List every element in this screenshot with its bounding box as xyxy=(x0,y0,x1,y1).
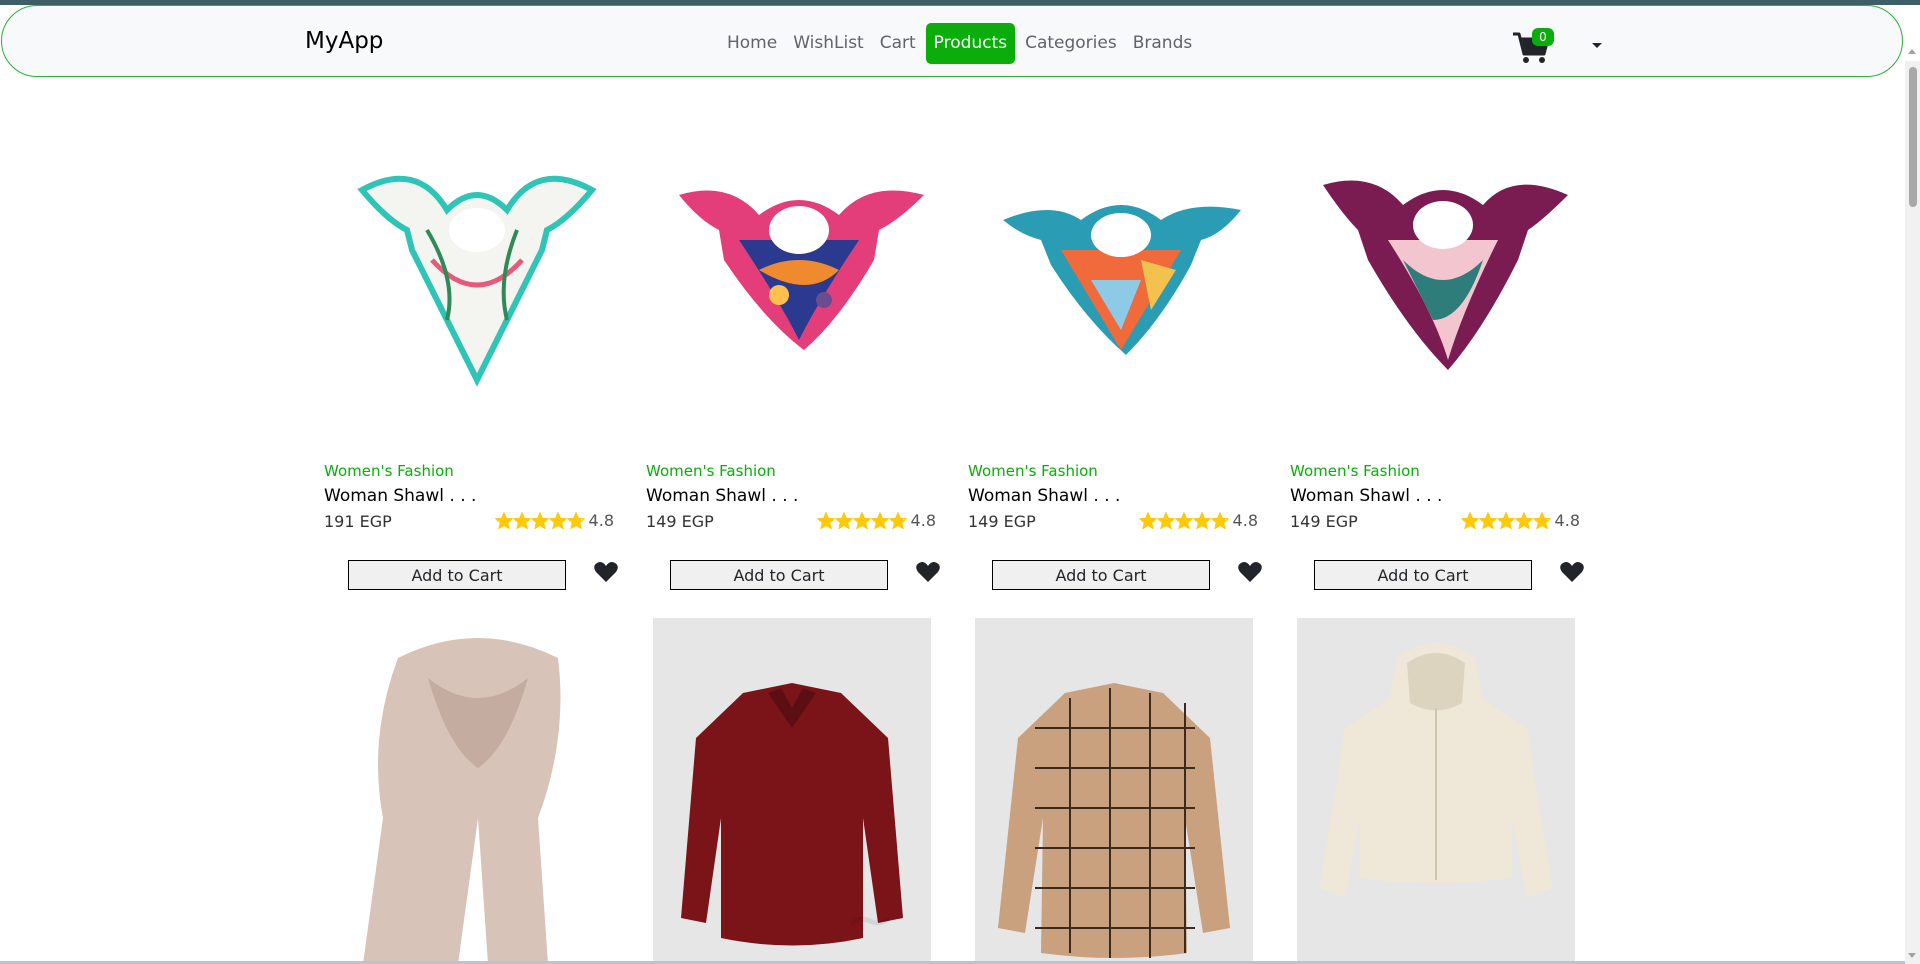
product-card[interactable] xyxy=(975,618,1253,964)
star-full-icon xyxy=(1514,511,1533,530)
star-full-icon xyxy=(1174,511,1193,530)
page-scrollbar[interactable] xyxy=(1905,49,1920,964)
add-to-cart-button[interactable]: Add to Cart xyxy=(992,560,1210,590)
product-price: 149 EGP xyxy=(968,512,1036,531)
product-title: Woman Shawl . . . xyxy=(1290,486,1443,506)
star-full-icon xyxy=(1478,511,1497,530)
star-full-icon xyxy=(1156,511,1175,530)
product-card[interactable] xyxy=(1297,618,1575,964)
product-rating: 4.8 xyxy=(816,511,936,530)
product-card[interactable]: Women's Fashion Woman Shawl . . . 149 EG… xyxy=(1290,90,1584,600)
nav-link-categories[interactable]: Categories xyxy=(1017,25,1125,62)
product-price: 191 EGP xyxy=(324,512,392,531)
wishlist-heart-icon[interactable] xyxy=(1559,560,1585,584)
star-full-icon xyxy=(1460,511,1479,530)
wishlist-heart-icon[interactable] xyxy=(593,560,619,584)
navbar: MyApp Home WishList Cart Products Catego… xyxy=(1,5,1903,77)
nav-link-cart[interactable]: Cart xyxy=(872,25,924,62)
product-category: Women's Fashion xyxy=(1290,462,1420,480)
star-full-icon xyxy=(548,511,567,530)
wishlist-heart-icon[interactable] xyxy=(1237,560,1263,584)
wishlist-heart-icon[interactable] xyxy=(915,560,941,584)
user-dropdown-caret-icon[interactable] xyxy=(1592,43,1602,48)
add-to-cart-button[interactable]: Add to Cart xyxy=(348,560,566,590)
product-rating: 4.8 xyxy=(1460,511,1580,530)
rating-value: 4.8 xyxy=(910,511,936,530)
star-half-icon xyxy=(888,511,907,530)
product-title: Woman Shawl . . . xyxy=(968,486,1121,506)
rating-value: 4.8 xyxy=(588,511,614,530)
product-price: 149 EGP xyxy=(646,512,714,531)
product-card[interactable]: Women's Fashion Woman Shawl . . . 191 EG… xyxy=(324,90,618,600)
product-category: Women's Fashion xyxy=(324,462,454,480)
star-full-icon xyxy=(1192,511,1211,530)
product-image[interactable] xyxy=(975,618,1253,964)
product-image[interactable] xyxy=(654,90,944,430)
nav-link-home[interactable]: Home xyxy=(719,25,785,62)
product-rating: 4.8 xyxy=(494,511,614,530)
star-full-icon xyxy=(870,511,889,530)
product-category: Women's Fashion xyxy=(646,462,776,480)
product-card[interactable] xyxy=(338,618,616,964)
scrollbar-thumb[interactable] xyxy=(1909,67,1917,207)
rating-stars xyxy=(1460,511,1551,530)
star-half-icon xyxy=(1210,511,1229,530)
star-full-icon xyxy=(530,511,549,530)
product-title: Woman Shawl . . . xyxy=(646,486,799,506)
product-card[interactable]: Women's Fashion Woman Shawl . . . 149 EG… xyxy=(968,90,1262,600)
product-price: 149 EGP xyxy=(1290,512,1358,531)
star-half-icon xyxy=(566,511,585,530)
nav-link-wishlist[interactable]: WishList xyxy=(785,25,872,62)
star-full-icon xyxy=(816,511,835,530)
star-full-icon xyxy=(494,511,513,530)
add-to-cart-button[interactable]: Add to Cart xyxy=(670,560,888,590)
rating-value: 4.8 xyxy=(1232,511,1258,530)
add-to-cart-button[interactable]: Add to Cart xyxy=(1314,560,1532,590)
scroll-up-arrow-icon[interactable] xyxy=(1908,49,1916,54)
nav-link-brands[interactable]: Brands xyxy=(1125,25,1201,62)
nav-link-products[interactable]: Products xyxy=(925,23,1016,64)
product-rating: 4.8 xyxy=(1138,511,1258,530)
scroll-down-arrow-icon[interactable] xyxy=(1908,953,1916,958)
rating-stars xyxy=(816,511,907,530)
rating-stars xyxy=(494,511,585,530)
product-image[interactable] xyxy=(976,90,1266,430)
product-image[interactable] xyxy=(1298,90,1588,430)
star-full-icon xyxy=(1138,511,1157,530)
rating-stars xyxy=(1138,511,1229,530)
star-half-icon xyxy=(1532,511,1551,530)
star-full-icon xyxy=(1496,511,1515,530)
brand-logo[interactable]: MyApp xyxy=(305,28,383,54)
product-image[interactable] xyxy=(1297,618,1575,964)
watermark-overlay: ~ xyxy=(845,885,896,955)
cart-count-badge: 0 xyxy=(1532,28,1554,46)
star-full-icon xyxy=(834,511,853,530)
product-image[interactable] xyxy=(338,618,616,964)
product-card[interactable]: Women's Fashion Woman Shawl . . . 149 EG… xyxy=(646,90,940,600)
star-full-icon xyxy=(512,511,531,530)
product-title: Woman Shawl . . . xyxy=(324,486,477,506)
product-category: Women's Fashion xyxy=(968,462,1098,480)
product-image[interactable] xyxy=(332,90,622,430)
rating-value: 4.8 xyxy=(1554,511,1580,530)
star-full-icon xyxy=(852,511,871,530)
nav-links: Home WishList Cart Products Categories B… xyxy=(719,23,1200,64)
